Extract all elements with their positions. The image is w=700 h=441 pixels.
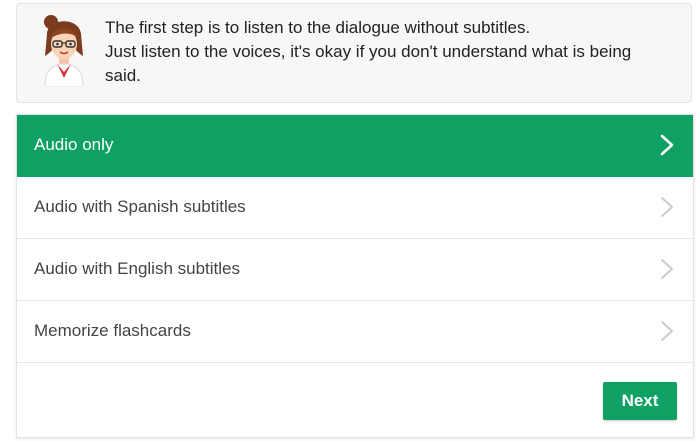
option-label: Memorize flashcards: [34, 321, 191, 340]
option-audio-spanish-subtitles[interactable]: Audio with Spanish subtitles: [17, 177, 693, 239]
options-panel: Audio only Audio with Spanish subtitles …: [16, 114, 694, 438]
chevron-right-icon: [661, 197, 673, 217]
option-audio-english-subtitles[interactable]: Audio with English subtitles: [17, 239, 693, 301]
option-audio-only[interactable]: Audio only: [17, 115, 693, 177]
instruction-line: Just listen to the voices, it's okay if …: [105, 42, 632, 61]
instruction-line: The first step is to listen to the dialo…: [105, 18, 531, 37]
instruction-line: said.: [105, 66, 141, 85]
chevron-right-icon: [661, 321, 673, 341]
option-label: Audio only: [34, 135, 114, 154]
option-memorize-flashcards[interactable]: Memorize flashcards: [17, 301, 693, 363]
instruction-card: The first step is to listen to the dialo…: [16, 3, 692, 103]
option-label: Audio with Spanish subtitles: [34, 197, 246, 216]
lesson-page: The first step is to listen to the dialo…: [0, 0, 700, 441]
teacher-avatar-icon: [44, 15, 84, 87]
instruction-text: The first step is to listen to the dialo…: [105, 16, 685, 88]
option-label: Audio with English subtitles: [34, 259, 241, 278]
next-button[interactable]: Next: [603, 382, 677, 420]
chevron-right-icon: [661, 259, 673, 279]
chevron-right-icon: [660, 134, 674, 156]
